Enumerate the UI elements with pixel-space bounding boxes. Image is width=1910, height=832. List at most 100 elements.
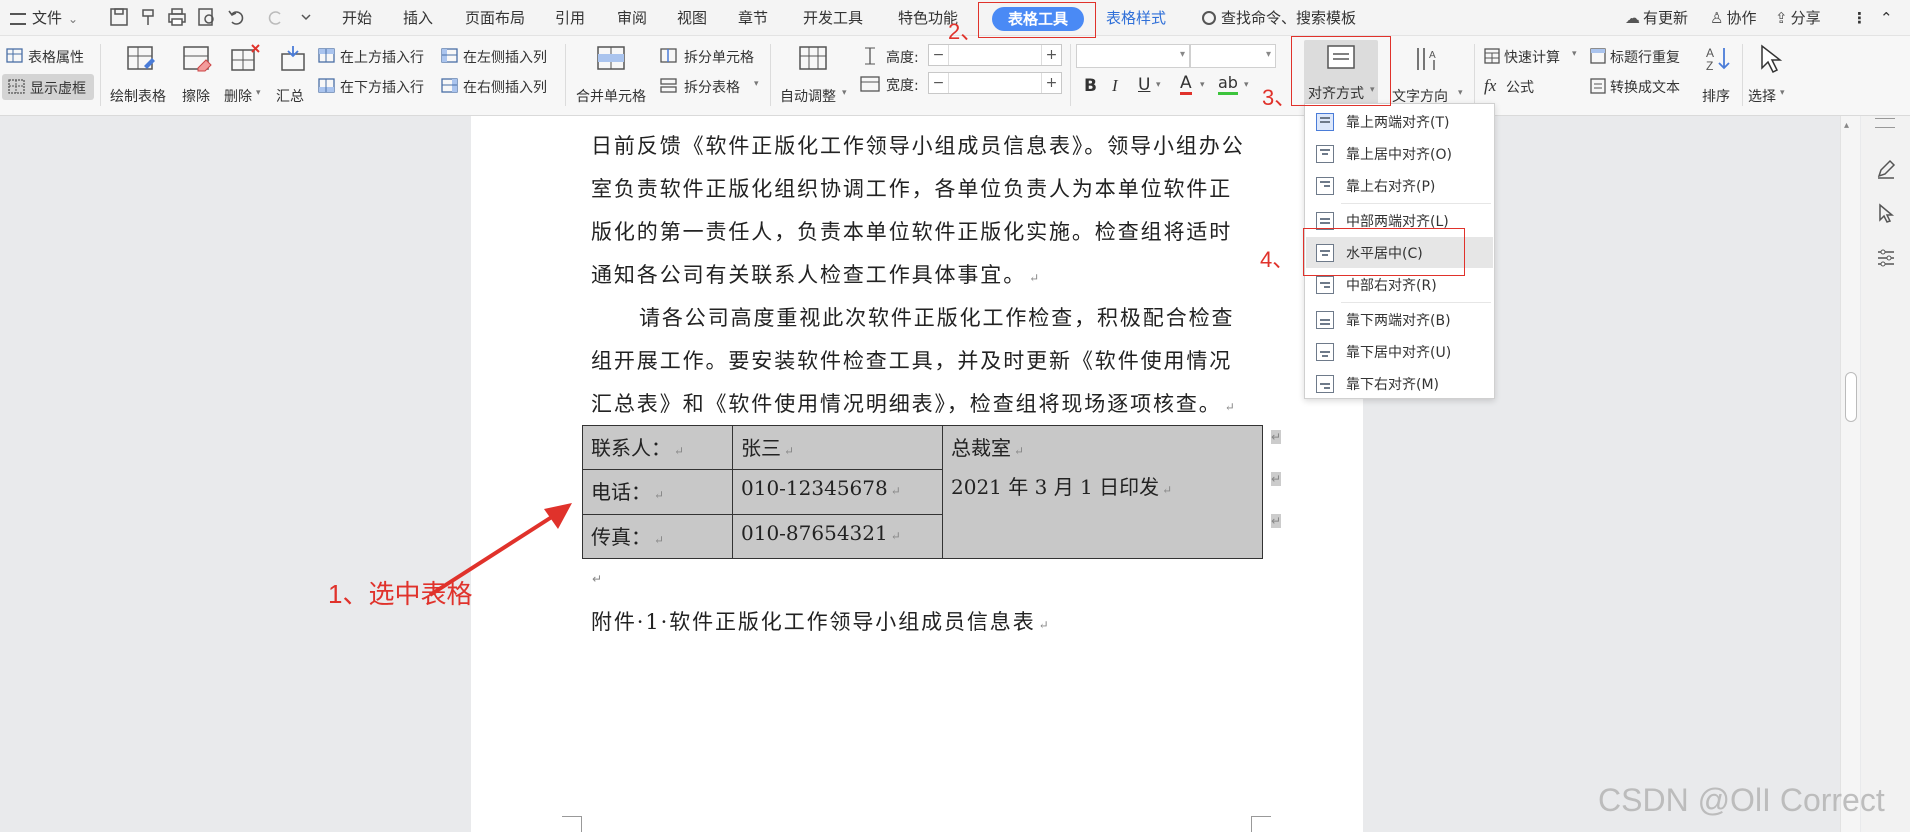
share-button[interactable]: ⇪ 分享 bbox=[1775, 6, 1821, 30]
draw-table-icon bbox=[127, 46, 155, 70]
insert-row-below-button[interactable]: 在下方插入行 bbox=[318, 76, 436, 98]
paragraph-mark-icon: ↵ bbox=[654, 488, 665, 503]
menu-item-top-justify[interactable]: 靠上两端对齐(T) bbox=[1306, 106, 1493, 137]
erase-button[interactable]: 擦除 bbox=[178, 42, 218, 108]
selected-contact-table[interactable]: 联系人： ↵ 张三 ↵ 总裁室 ↵ 2021 年 3 月 1 日印发 ↵ 电话： ↵ 01… bbox=[582, 424, 1263, 560]
tab-table-style[interactable]: 表格样式 bbox=[1106, 6, 1166, 30]
customize-toolbar-icon[interactable] bbox=[295, 6, 317, 28]
table-cell-value[interactable]: 010-12345678 ↵ bbox=[732, 469, 943, 515]
bold-button[interactable]: B bbox=[1084, 76, 1097, 96]
annotation-step3-label: 3、 bbox=[1262, 85, 1297, 110]
redo-icon[interactable] bbox=[264, 6, 286, 28]
autofit-dropdown[interactable]: 自动调整 ▾ bbox=[778, 42, 852, 108]
share-icon: ⇪ bbox=[1775, 9, 1788, 27]
draw-table-button[interactable]: 绘制表格 bbox=[108, 42, 172, 108]
tab-home[interactable]: 开始 bbox=[342, 6, 372, 30]
decrement-icon[interactable]: − bbox=[929, 45, 949, 65]
collaborate-label: 协作 bbox=[1726, 9, 1757, 27]
scrollbar-thumb[interactable] bbox=[1845, 372, 1857, 422]
search-icon bbox=[1202, 11, 1216, 25]
undo-icon[interactable] bbox=[226, 6, 248, 28]
increment-icon[interactable]: + bbox=[1041, 73, 1061, 93]
split-table-dropdown[interactable]: 拆分表格 ▾ bbox=[660, 76, 764, 98]
cursor-arrow-icon[interactable] bbox=[1875, 202, 1897, 224]
convert-to-text-button[interactable]: 转换成文本 bbox=[1590, 76, 1698, 98]
insert-column-right-icon bbox=[441, 78, 458, 93]
tab-developer[interactable]: 开发工具 bbox=[803, 6, 863, 30]
increment-icon[interactable]: + bbox=[1041, 45, 1061, 65]
menu-item-top-center[interactable]: 靠上居中对齐(O) bbox=[1306, 138, 1493, 169]
width-stepper[interactable]: − + bbox=[928, 72, 1062, 94]
table-cell-value[interactable]: 张三 ↵ bbox=[732, 424, 943, 471]
collapse-ribbon-icon[interactable]: ⌃ bbox=[1880, 6, 1893, 30]
document-page[interactable]: 日前反馈《软件正版化工作领导小组成员信息表》。领导小组办公 室负责软件正版化组织… bbox=[471, 116, 1363, 832]
vertical-scrollbar[interactable]: ▴ bbox=[1840, 116, 1860, 832]
underline-button[interactable]: U bbox=[1138, 75, 1150, 95]
table-properties-button[interactable]: 表格属性 bbox=[6, 46, 94, 68]
table-cell-label[interactable]: 传真： ↵ bbox=[582, 513, 733, 560]
tab-chapter[interactable]: 章节 bbox=[738, 6, 768, 30]
italic-button[interactable]: I bbox=[1112, 76, 1118, 96]
tab-review[interactable]: 审阅 bbox=[617, 6, 647, 30]
merge-cells-button[interactable]: 合并单元格 bbox=[572, 42, 652, 108]
table-cell-label[interactable]: 联系人： ↵ bbox=[582, 424, 733, 471]
height-label: 高度: bbox=[886, 50, 919, 66]
paragraph-mark-icon: ↵ bbox=[784, 444, 795, 458]
tab-insert[interactable]: 插入 bbox=[403, 6, 433, 30]
draw-table-label: 绘制表格 bbox=[110, 89, 166, 105]
repeat-header-button[interactable]: 标题行重复 bbox=[1590, 46, 1698, 68]
save-icon[interactable] bbox=[108, 6, 130, 28]
menu-item-top-right[interactable]: 靠上右对齐(P) bbox=[1306, 170, 1493, 201]
pen-icon[interactable] bbox=[1875, 158, 1897, 180]
sort-button[interactable]: AZ 排序 bbox=[1698, 42, 1738, 108]
font-size-select[interactable] bbox=[1190, 44, 1276, 68]
chevron-down-icon: ▾ bbox=[842, 88, 847, 98]
menu-item-bottom-justify[interactable]: 靠下两端对齐(B) bbox=[1306, 304, 1493, 335]
table-cell-merged[interactable]: 总裁室 ↵ 2021 年 3 月 1 日印发 ↵ bbox=[942, 425, 1263, 559]
cell-text: 传真： bbox=[591, 524, 651, 549]
split-cells-icon bbox=[660, 48, 677, 63]
quick-calc-dropdown[interactable]: 快速计算 ▾ bbox=[1484, 46, 1580, 68]
fx-icon: fx bbox=[1484, 76, 1497, 95]
file-menu[interactable]: 文件 ⌄ bbox=[10, 6, 78, 30]
paragraph-mark-icon: ↵ bbox=[674, 444, 685, 458]
insert-column-right-button[interactable]: 在右侧插入列 bbox=[441, 76, 559, 98]
cell-text: 电话： bbox=[591, 480, 651, 505]
more-options-icon[interactable]: ⋮ bbox=[1852, 6, 1867, 30]
highlight-button[interactable]: ab bbox=[1218, 74, 1238, 95]
update-button[interactable]: ☁ 有更新 bbox=[1625, 6, 1688, 30]
decrement-icon[interactable]: − bbox=[929, 73, 949, 93]
chevron-down-icon: ▾ bbox=[754, 79, 759, 89]
split-cells-button[interactable]: 拆分单元格 bbox=[660, 46, 764, 68]
ribbon-table-tools: 表格属性 显示虚框 绘制表格 擦除 删除 ▾ 汇总 在上方插入行 在下方插入行 在… bbox=[0, 36, 1910, 116]
print-icon[interactable] bbox=[166, 6, 188, 28]
show-gridlines-button[interactable]: 显示虚框 bbox=[2, 74, 94, 100]
annotation-box-align bbox=[1291, 36, 1391, 106]
formula-button[interactable]: fx 公式 bbox=[1484, 76, 1554, 98]
delete-dropdown[interactable]: 删除 ▾ bbox=[224, 42, 268, 108]
table-cell-label[interactable]: 电话： ↵ bbox=[582, 469, 733, 515]
scroll-up-icon[interactable]: ▴ bbox=[1844, 120, 1849, 131]
menu-item-bottom-center[interactable]: 靠下居中对齐(U) bbox=[1306, 336, 1493, 367]
font-color-button[interactable]: A bbox=[1180, 74, 1192, 95]
settings-sliders-icon[interactable] bbox=[1875, 246, 1897, 268]
tab-references[interactable]: 引用 bbox=[555, 6, 585, 30]
font-name-select[interactable] bbox=[1076, 44, 1190, 68]
height-stepper[interactable]: − + bbox=[928, 44, 1062, 66]
format-painter-icon[interactable] bbox=[138, 6, 160, 28]
collaborate-button[interactable]: ♙ 协作 bbox=[1710, 6, 1756, 30]
menu-item-bottom-right[interactable]: 靠下右对齐(M) bbox=[1306, 368, 1493, 399]
tab-page-layout[interactable]: 页面布局 bbox=[465, 6, 525, 30]
print-preview-icon[interactable] bbox=[196, 6, 218, 28]
summary-button[interactable]: 汇总 bbox=[274, 42, 310, 108]
text-direction-dropdown[interactable]: A 文字方向 ▾ bbox=[1392, 42, 1466, 108]
svg-text:A: A bbox=[1706, 46, 1714, 60]
tab-view[interactable]: 视图 bbox=[677, 6, 707, 30]
select-dropdown[interactable]: 选择 ▾ bbox=[1748, 42, 1792, 108]
insert-row-above-button[interactable]: 在上方插入行 bbox=[318, 46, 436, 68]
table-cell-value[interactable]: 010-87654321 ↵ bbox=[732, 513, 943, 560]
insert-column-left-button[interactable]: 在左侧插入列 bbox=[441, 46, 559, 68]
panel-menu-icon[interactable] bbox=[1875, 118, 1895, 128]
command-search[interactable]: 查找命令、搜索模板 bbox=[1202, 6, 1356, 30]
attachment-text: 附件·1·软件正版化工作领导小组成员信息表 bbox=[591, 610, 1036, 634]
